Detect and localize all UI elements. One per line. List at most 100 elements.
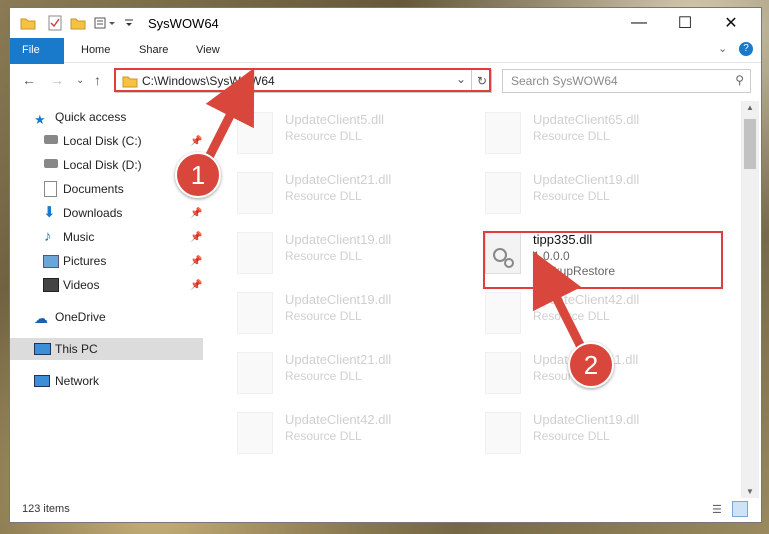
- search-input[interactable]: Search SysWOW64 ⚲: [502, 69, 751, 93]
- file-type: Resource DLL: [533, 429, 610, 443]
- nav-local-disk-c[interactable]: Local Disk (C:) 📌: [10, 130, 203, 152]
- nav-label: Network: [55, 374, 100, 388]
- drive-icon: [44, 159, 58, 168]
- scroll-down-icon[interactable]: ▼: [746, 487, 754, 496]
- file-name: UpdateClient19.dll: [533, 412, 640, 427]
- file-type: Resource DLL: [285, 249, 362, 263]
- file-name: UpdateClient42.dll: [285, 412, 392, 427]
- step-badge-two: 2: [568, 342, 614, 388]
- back-button[interactable]: ←: [22, 72, 36, 88]
- explorer-window: SysWOW64 — ☐ ✕ File Home Share View ⌄ ? …: [10, 8, 761, 522]
- vertical-scrollbar[interactable]: ▲ ▼: [741, 101, 759, 500]
- properties-icon[interactable]: [48, 14, 62, 32]
- videos-icon: [43, 278, 59, 292]
- nav-label: Documents: [63, 182, 124, 196]
- nav-label: Quick access: [55, 110, 127, 124]
- list-item[interactable]: UpdateClient21.dll Resource DLL: [225, 166, 445, 218]
- tab-share[interactable]: Share: [126, 38, 181, 62]
- list-item[interactable]: UpdateClient65.dll Resource DLL: [473, 106, 693, 158]
- close-button[interactable]: ✕: [708, 8, 754, 38]
- nav-label: Pictures: [63, 254, 107, 268]
- search-icon: ⚲: [735, 73, 744, 87]
- recent-locations-icon[interactable]: ⌄: [76, 75, 84, 86]
- nav-label: Videos: [63, 278, 100, 292]
- customize-toolbar-icon[interactable]: [124, 14, 134, 32]
- pin-icon: 📌: [190, 136, 203, 147]
- nav-this-pc[interactable]: This PC: [10, 338, 203, 360]
- list-item[interactable]: UpdateClient19.dll Resource DLL: [225, 226, 445, 278]
- file-type: Resource DLL: [285, 309, 362, 323]
- window-title: SysWOW64: [148, 16, 219, 31]
- help-icon[interactable]: ?: [739, 42, 753, 56]
- up-button[interactable]: ↑: [94, 72, 101, 88]
- file-name: UpdateClient42.dll: [533, 292, 640, 307]
- pictures-icon: [43, 255, 59, 268]
- navigation-pane: ★ Quick access Local Disk (C:) 📌 Local D…: [10, 101, 206, 496]
- folder-icon: [20, 14, 36, 32]
- status-bar: 123 items ☰: [10, 498, 761, 522]
- list-item[interactable]: UpdateClient21.dll Resource DLL: [225, 346, 445, 398]
- nav-pictures[interactable]: Pictures 📌: [10, 250, 203, 272]
- file-name: UpdateClient21.dll: [285, 172, 392, 187]
- computer-icon: [34, 343, 51, 355]
- list-item[interactable]: UpdateClient42.dll Resource DLL: [225, 406, 445, 458]
- nav-music[interactable]: ♪ Music 📌: [10, 226, 203, 248]
- new-folder-icon[interactable]: [70, 14, 86, 32]
- dll-file-icon: [237, 112, 273, 154]
- star-icon: ★: [34, 112, 46, 127]
- nav-label: Local Disk (C:): [63, 134, 142, 148]
- nav-label: Local Disk (D:): [63, 158, 142, 172]
- dll-file-icon: [237, 412, 273, 454]
- scroll-up-icon[interactable]: ▲: [746, 103, 754, 112]
- list-item[interactable]: UpdateClient5.dll Resource DLL: [225, 106, 445, 158]
- file-type: Resource DLL: [285, 189, 362, 203]
- network-icon: [34, 375, 50, 387]
- dll-file-icon: [485, 112, 521, 154]
- view-options-icon[interactable]: [94, 14, 118, 32]
- dll-file-icon: [237, 352, 273, 394]
- nav-videos[interactable]: Videos 📌: [10, 274, 203, 296]
- large-icons-view-icon[interactable]: [732, 501, 748, 517]
- nav-label: Music: [63, 230, 95, 244]
- minimize-button[interactable]: —: [616, 8, 662, 38]
- pin-icon: 📌: [190, 256, 203, 267]
- title-bar: SysWOW64 — ☐ ✕: [10, 8, 761, 38]
- music-icon: ♪: [44, 228, 52, 245]
- list-item[interactable]: UpdateClient42.dll Resource DLL: [473, 286, 693, 338]
- nav-quick-access[interactable]: ★ Quick access: [10, 106, 203, 128]
- nav-label: OneDrive: [55, 310, 106, 324]
- file-type: Resource DLL: [285, 369, 362, 383]
- address-highlight: [114, 68, 491, 92]
- nav-label: Downloads: [63, 206, 123, 220]
- list-item[interactable]: UpdateClient19.dll Resource DLL: [225, 286, 445, 338]
- nav-network[interactable]: Network: [10, 370, 203, 392]
- scrollbar-thumb[interactable]: [744, 119, 756, 169]
- nav-label: This PC: [55, 342, 98, 356]
- details-view-icon[interactable]: ☰: [712, 503, 722, 516]
- maximize-button[interactable]: ☐: [662, 8, 708, 38]
- search-placeholder: Search SysWOW64: [511, 74, 618, 88]
- nav-documents[interactable]: Documents: [10, 178, 203, 200]
- dll-file-icon: [237, 292, 273, 334]
- file-name: UpdateClient65.dll: [533, 112, 640, 127]
- file-type: Resource DLL: [533, 189, 610, 203]
- file-name: UpdateClient5.dll: [285, 112, 385, 127]
- ribbon-tabs: File Home Share View ⌄ ?: [10, 38, 761, 90]
- address-row: ← → ⌄ ↑ C:\Windows\SysWOW64 ⌄ ↻ Search S…: [10, 64, 761, 96]
- list-item[interactable]: UpdateClient19.dll Resource DLL: [473, 166, 693, 218]
- nav-onedrive[interactable]: ☁ OneDrive: [10, 306, 203, 328]
- tab-home[interactable]: Home: [68, 38, 123, 62]
- file-highlight: [483, 231, 723, 289]
- tab-view[interactable]: View: [183, 38, 233, 62]
- file-name: UpdateClient19.dll: [533, 172, 640, 187]
- drive-icon: [44, 135, 58, 144]
- forward-button[interactable]: →: [50, 72, 64, 88]
- dll-file-icon: [485, 352, 521, 394]
- item-count: 123 items: [22, 503, 70, 515]
- dll-file-icon: [485, 412, 521, 454]
- expand-ribbon-icon[interactable]: ⌄: [718, 42, 727, 55]
- documents-icon: [44, 181, 57, 197]
- nav-downloads[interactable]: ⬇ Downloads 📌: [10, 202, 203, 224]
- list-item[interactable]: UpdateClient19.dll Resource DLL: [473, 406, 693, 458]
- file-name: UpdateClient19.dll: [285, 232, 392, 247]
